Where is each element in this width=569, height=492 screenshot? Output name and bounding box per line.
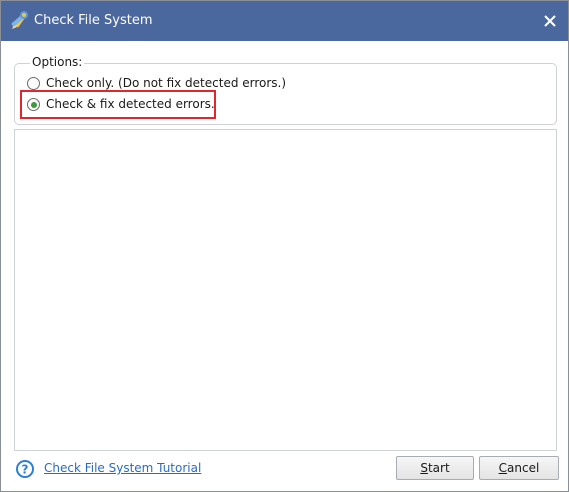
cancel-button[interactable]: Cancel (479, 456, 559, 480)
wrench-pencil-icon (8, 10, 30, 32)
highlight-annotation (20, 90, 216, 119)
start-button[interactable]: Start (396, 456, 474, 480)
title-bar[interactable]: Check File System (1, 1, 568, 41)
radio-label-check-only: Check only. (Do not fix detected errors.… (46, 76, 287, 90)
options-legend: Options: (30, 55, 85, 70)
check-file-system-dialog: Check File System Options: Check only. (… (0, 0, 569, 492)
radio-button-unselected[interactable] (27, 77, 40, 90)
question-icon[interactable]: ? (15, 459, 35, 479)
output-pane[interactable] (14, 129, 557, 451)
close-button[interactable] (536, 7, 564, 35)
tutorial-link[interactable]: Check File System Tutorial (44, 461, 201, 476)
close-icon (544, 15, 556, 27)
dialog-title: Check File System (34, 13, 153, 28)
svg-text:?: ? (22, 463, 29, 477)
